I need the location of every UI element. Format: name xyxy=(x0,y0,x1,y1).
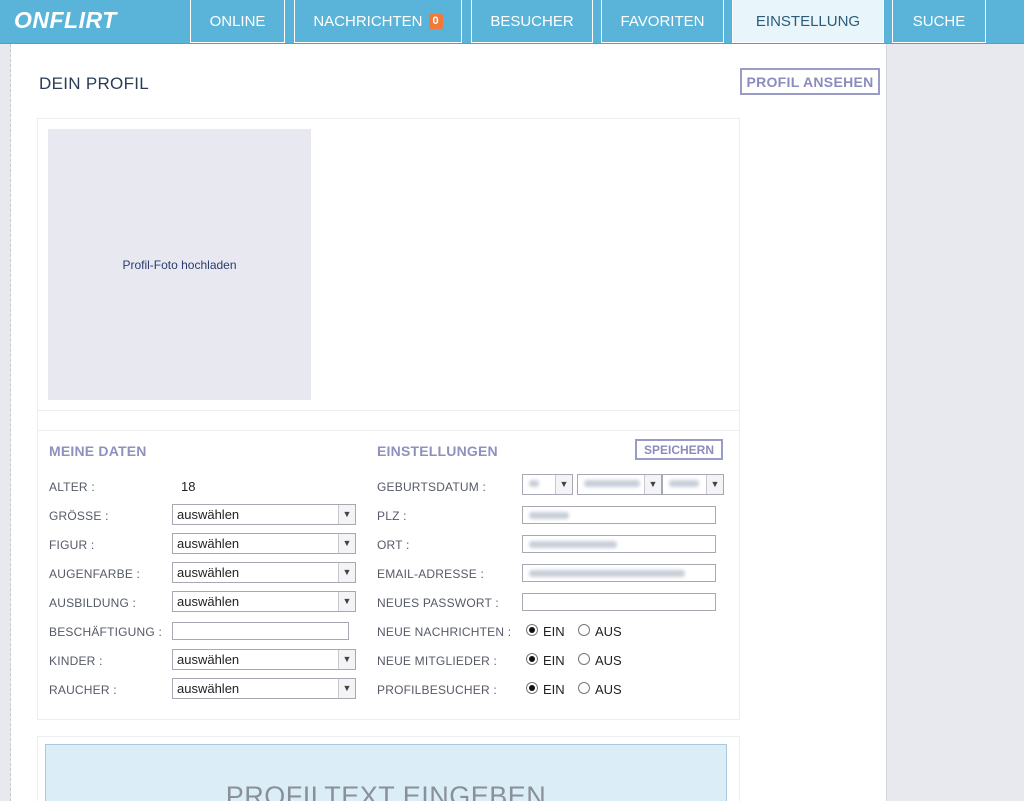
profile-text-placeholder: PROFILTEXT EINGEBEN xyxy=(225,781,547,801)
nav-nachrichten-label: NACHRICHTEN xyxy=(313,12,423,30)
profilbesucher-ein-label: EIN xyxy=(543,682,565,697)
nav-besucher-label: BESUCHER xyxy=(490,12,574,30)
ort-label: ORT : xyxy=(377,538,410,552)
geburtsdatum-label: GEBURTSDATUM : xyxy=(377,480,487,494)
nav-einstellung-label: EINSTELLUNG xyxy=(755,12,861,30)
raucher-label: RAUCHER : xyxy=(49,683,117,697)
profilbesucher-aus-radio[interactable] xyxy=(578,682,590,694)
redacted-value xyxy=(529,512,569,519)
neue-nachrichten-ein-label: EIN xyxy=(543,624,565,639)
divider xyxy=(38,430,739,431)
redacted-value xyxy=(669,480,699,487)
beschaeftigung-label: BESCHÄFTIGUNG : xyxy=(49,625,163,639)
birth-month-select[interactable]: ▼ xyxy=(577,474,662,495)
page-title: DEIN PROFIL xyxy=(39,74,150,93)
redacted-value xyxy=(529,480,539,487)
email-input[interactable] xyxy=(522,564,716,582)
top-navigation-bar: ONFLIRT ONLINE NACHRICHTEN 0 BESUCHER FAV… xyxy=(0,0,1024,44)
chevron-down-icon: ▼ xyxy=(338,592,355,611)
email-label: EMAIL-ADRESSE : xyxy=(377,567,485,581)
neue-nachrichten-label: NEUE NACHRICHTEN : xyxy=(377,625,512,639)
chevron-down-icon: ▼ xyxy=(338,505,355,524)
nav-nachrichten[interactable]: NACHRICHTEN 0 xyxy=(294,0,462,43)
site-logo[interactable]: ONFLIRT xyxy=(14,7,117,34)
birth-day-select[interactable]: ▼ xyxy=(522,474,573,495)
figur-label: FIGUR : xyxy=(49,538,95,552)
neue-mitglieder-aus-radio[interactable] xyxy=(578,653,590,665)
redacted-value xyxy=(529,570,685,577)
left-margin-strip xyxy=(0,44,11,801)
plz-input[interactable] xyxy=(522,506,716,524)
neue-nachrichten-aus-label: AUS xyxy=(595,624,622,639)
neue-mitglieder-ein-label: EIN xyxy=(543,653,565,668)
kinder-select-value: auswählen xyxy=(177,652,240,667)
alter-label: ALTER : xyxy=(49,480,95,494)
einstellungen-title: EINSTELLUNGEN xyxy=(377,443,498,459)
chevron-down-icon: ▼ xyxy=(338,534,355,553)
passwort-label: NEUES PASSWORT : xyxy=(377,596,499,610)
raucher-select[interactable]: auswählen ▼ xyxy=(172,678,356,699)
chevron-down-icon: ▼ xyxy=(338,679,355,698)
divider xyxy=(38,410,739,411)
chevron-down-icon: ▼ xyxy=(644,475,661,494)
redacted-value xyxy=(529,541,617,548)
view-profile-button[interactable]: PROFIL ANSEHEN xyxy=(740,68,880,95)
figur-select-value: auswählen xyxy=(177,536,240,551)
chevron-down-icon: ▼ xyxy=(706,475,723,494)
profilbesucher-ein-radio[interactable] xyxy=(526,682,538,694)
main-panel: DEIN PROFIL PROFIL ANSEHEN Profil-Foto h… xyxy=(11,44,887,801)
birth-year-select[interactable]: ▼ xyxy=(662,474,724,495)
groesse-select-value: auswählen xyxy=(177,507,240,522)
profile-text-input[interactable]: PROFILTEXT EINGEBEN xyxy=(45,744,727,801)
raucher-select-value: auswählen xyxy=(177,681,240,696)
profile-photo-upload-label: Profil-Foto hochladen xyxy=(122,257,237,272)
meine-daten-title: MEINE DATEN xyxy=(49,443,147,459)
profile-text-card: PROFILTEXT EINGEBEN xyxy=(37,736,740,801)
alter-value: 18 xyxy=(181,479,196,494)
figur-select[interactable]: auswählen ▼ xyxy=(172,533,356,554)
nav-favoriten-label: FAVORITEN xyxy=(620,12,705,30)
chevron-down-icon: ▼ xyxy=(555,475,572,494)
neue-nachrichten-ein-radio[interactable] xyxy=(526,624,538,636)
redacted-value xyxy=(584,480,640,487)
nav-einstellung[interactable]: EINSTELLUNG xyxy=(732,0,884,43)
chevron-down-icon: ▼ xyxy=(338,650,355,669)
nav-favoriten[interactable]: FAVORITEN xyxy=(601,0,724,43)
neue-mitglieder-label: NEUE MITGLIEDER : xyxy=(377,654,498,668)
message-count-badge: 0 xyxy=(428,13,443,29)
augenfarbe-select-value: auswählen xyxy=(177,565,240,580)
neue-nachrichten-aus-radio[interactable] xyxy=(578,624,590,636)
groesse-label: GRÖSSE : xyxy=(49,509,109,523)
profile-card: Profil-Foto hochladen MEINE DATEN ALTER … xyxy=(37,118,740,720)
nav-online-label: ONLINE xyxy=(209,12,266,30)
neue-mitglieder-ein-radio[interactable] xyxy=(526,653,538,665)
kinder-select[interactable]: auswählen ▼ xyxy=(172,649,356,670)
profile-photo-upload[interactable]: Profil-Foto hochladen xyxy=(48,129,311,400)
profilbesucher-label: PROFILBESUCHER : xyxy=(377,683,497,697)
augenfarbe-select[interactable]: auswählen ▼ xyxy=(172,562,356,583)
nav-besucher[interactable]: BESUCHER xyxy=(471,0,593,43)
save-button[interactable]: SPEICHERN xyxy=(635,439,723,460)
plz-label: PLZ : xyxy=(377,509,407,523)
ort-input[interactable] xyxy=(522,535,716,553)
kinder-label: KINDER : xyxy=(49,654,103,668)
profilbesucher-aus-label: AUS xyxy=(595,682,622,697)
chevron-down-icon: ▼ xyxy=(338,563,355,582)
neue-mitglieder-aus-label: AUS xyxy=(595,653,622,668)
beschaeftigung-input[interactable] xyxy=(172,622,349,640)
groesse-select[interactable]: auswählen ▼ xyxy=(172,504,356,525)
augenfarbe-label: AUGENFARBE : xyxy=(49,567,141,581)
nav-suche-label: SUCHE xyxy=(912,12,966,30)
ausbildung-label: AUSBILDUNG : xyxy=(49,596,137,610)
ausbildung-select-value: auswählen xyxy=(177,594,240,609)
ausbildung-select[interactable]: auswählen ▼ xyxy=(172,591,356,612)
nav-suche[interactable]: SUCHE xyxy=(892,0,986,43)
nav-online[interactable]: ONLINE xyxy=(190,0,285,43)
new-password-input[interactable] xyxy=(522,593,716,611)
